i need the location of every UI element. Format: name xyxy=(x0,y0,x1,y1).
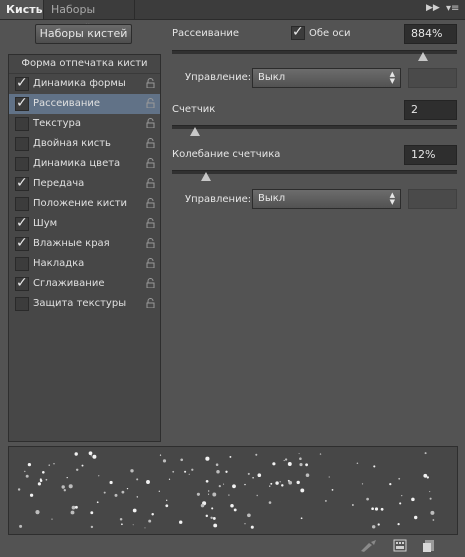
scatter-control-extra-field xyxy=(408,68,457,88)
checkmark-icon: ✓ xyxy=(16,175,28,191)
count-jitter-control-select[interactable]: Выкл ▲ ▼ xyxy=(252,189,401,209)
list-item-checkbox[interactable] xyxy=(15,297,29,311)
list-item-label: Влажные края xyxy=(33,238,110,249)
lock-icon[interactable] xyxy=(146,178,155,188)
list-item[interactable]: Динамика цвета xyxy=(9,154,160,174)
list-item[interactable]: ✓ Сглаживание xyxy=(9,274,160,294)
select-arrows-icon: ▲ ▼ xyxy=(389,70,395,85)
brush-tip-shape-header[interactable]: Форма отпечатка кисти xyxy=(9,55,160,74)
list-item-label: Шум xyxy=(33,218,58,229)
list-item-label: Динамика формы xyxy=(33,78,126,89)
lock-icon[interactable] xyxy=(146,258,155,268)
tab-bar: Кисть Наборы кистей ▶▶ ▾≡ xyxy=(0,0,465,35)
double-arrow-right-icon[interactable]: ▶▶ xyxy=(426,3,440,13)
list-item[interactable]: ✓ Рассеивание xyxy=(9,94,160,114)
checkmark-icon: ✓ xyxy=(16,235,28,251)
lock-icon[interactable] xyxy=(146,238,155,248)
count-jitter-slider-thumb[interactable] xyxy=(201,172,212,181)
list-item-label: Рассеивание xyxy=(33,98,101,109)
tab-brush-presets[interactable]: Наборы кистей xyxy=(45,0,135,35)
lock-icon[interactable] xyxy=(146,218,155,228)
panel-menu-icon[interactable]: ▾≡ xyxy=(446,3,459,14)
checkmark-icon: ✓ xyxy=(16,275,28,291)
list-item[interactable]: Текстура xyxy=(9,114,160,134)
lock-icon[interactable] xyxy=(146,198,155,208)
list-item-checkbox[interactable] xyxy=(15,117,29,131)
list-item[interactable]: Накладка xyxy=(9,254,160,274)
list-item[interactable]: Защита текстуры xyxy=(9,294,160,314)
list-item-checkbox[interactable]: ✓ xyxy=(15,75,29,91)
count-value-field[interactable]: 2 xyxy=(404,100,457,120)
count-slider-track[interactable] xyxy=(172,125,457,129)
scatter-control-value: Выкл xyxy=(258,72,286,83)
select-arrows-icon: ▲ ▼ xyxy=(389,191,395,206)
lock-icon[interactable] xyxy=(146,138,155,148)
both-axes-checkbox[interactable]: ✓ xyxy=(291,24,305,40)
list-item-label: Динамика цвета xyxy=(33,158,121,169)
brush-tool-icon[interactable] xyxy=(359,539,379,553)
brush-grid-icon[interactable] xyxy=(393,539,407,552)
lock-icon[interactable] xyxy=(146,118,155,128)
scatter-control-label: Управление: xyxy=(185,72,252,83)
checkmark-icon: ✓ xyxy=(16,215,28,231)
list-item-label: Накладка xyxy=(33,258,85,269)
list-item-checkbox[interactable]: ✓ xyxy=(15,235,29,251)
list-item[interactable]: ✓ Влажные края xyxy=(9,234,160,254)
lock-icon[interactable] xyxy=(146,158,155,168)
list-item-label: Текстура xyxy=(33,118,82,129)
panel-footer xyxy=(0,536,465,557)
lock-icon[interactable] xyxy=(146,278,155,288)
list-item-checkbox[interactable] xyxy=(15,257,29,271)
list-item[interactable]: ✓ Передача xyxy=(9,174,160,194)
list-item[interactable]: ✓ Шум xyxy=(9,214,160,234)
checkmark-icon: ✓ xyxy=(16,75,28,91)
list-item-checkbox[interactable]: ✓ xyxy=(15,215,29,231)
lock-icon[interactable] xyxy=(146,298,155,308)
list-item-checkbox[interactable]: ✓ xyxy=(15,275,29,291)
scatter-slider-track[interactable] xyxy=(172,50,457,54)
brush-settings-list: Форма отпечатка кисти ✓ Динамика формы ✓ Ра… xyxy=(8,54,161,442)
list-item-label: Передача xyxy=(33,178,85,189)
both-axes-label: Обе оси xyxy=(309,28,351,39)
brush-stroke-preview xyxy=(8,446,458,535)
count-jitter-control-label: Управление: xyxy=(185,194,252,205)
list-item-checkbox[interactable] xyxy=(15,137,29,151)
count-slider-thumb[interactable] xyxy=(189,127,200,136)
list-item-checkbox[interactable]: ✓ xyxy=(15,95,29,111)
list-item-label: Положение кисти xyxy=(33,198,128,209)
count-jitter-slider-track[interactable] xyxy=(172,170,457,174)
count-jitter-label: Колебание счетчика xyxy=(172,149,281,160)
tab-brush[interactable]: Кисть xyxy=(0,0,44,19)
brush-presets-button[interactable]: Наборы кистей xyxy=(35,24,132,44)
checkmark-icon: ✓ xyxy=(16,95,28,111)
scatter-value-field[interactable]: 884% xyxy=(404,24,457,44)
scatter-dots-preview xyxy=(17,451,435,529)
list-item-label: Сглаживание xyxy=(33,278,105,289)
new-preset-icon[interactable] xyxy=(422,539,436,553)
list-item[interactable]: Положение кисти xyxy=(9,194,160,214)
list-item-checkbox[interactable]: ✓ xyxy=(15,175,29,191)
count-label: Счетчик xyxy=(172,104,216,115)
lock-icon[interactable] xyxy=(146,98,155,108)
list-item-checkbox[interactable] xyxy=(15,157,29,171)
scatter-control-select[interactable]: Выкл ▲ ▼ xyxy=(252,68,401,88)
list-item[interactable]: Двойная кисть xyxy=(9,134,160,154)
list-item-label: Двойная кисть xyxy=(33,138,111,149)
lock-icon[interactable] xyxy=(146,78,155,88)
count-jitter-value-field[interactable]: 12% xyxy=(404,145,457,165)
count-jitter-control-value: Выкл xyxy=(258,193,286,204)
scatter-label: Рассеивание xyxy=(172,28,240,39)
list-item-checkbox[interactable] xyxy=(15,197,29,211)
scatter-slider-thumb[interactable] xyxy=(417,52,428,61)
list-item-label: Защита текстуры xyxy=(33,298,127,309)
list-item[interactable]: ✓ Динамика формы xyxy=(9,74,160,94)
checkmark-icon: ✓ xyxy=(292,24,304,40)
count-jitter-control-extra-field xyxy=(408,189,457,209)
